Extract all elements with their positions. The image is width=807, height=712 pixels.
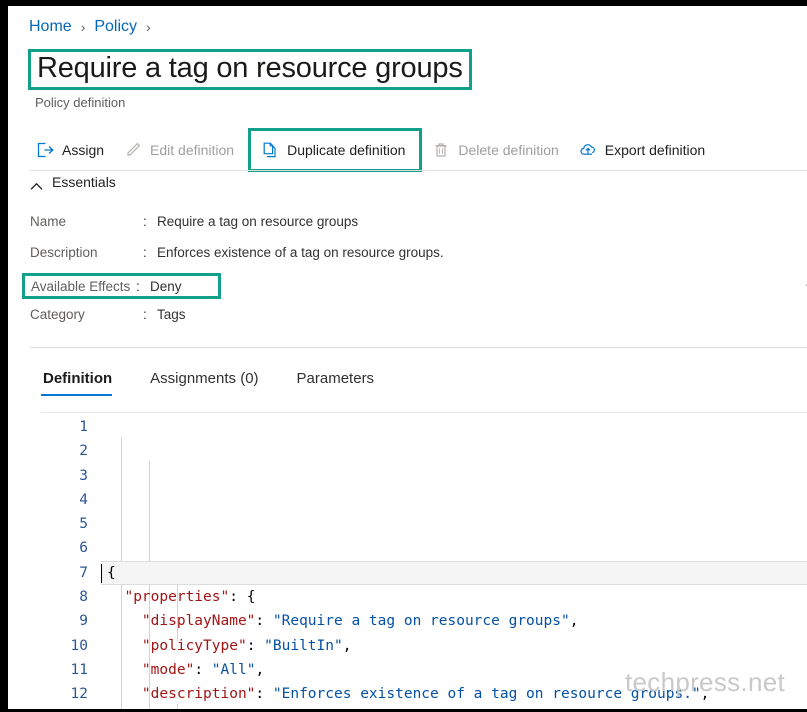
essentials-colon-description: : — [143, 245, 147, 260]
essentials-grid: Name : Require a tag on resource groups … — [22, 211, 807, 335]
editor-indent — [107, 686, 142, 702]
essentials-label-category: Category — [30, 307, 85, 322]
breadcrumb-separator-icon: › — [80, 19, 86, 35]
editor-token: : { — [229, 589, 256, 606]
essentials-label-name: Name — [30, 214, 67, 229]
editor-token: { — [107, 564, 116, 581]
essentials-divider — [30, 347, 807, 348]
trash-icon — [432, 141, 450, 159]
copy-icon — [261, 141, 279, 159]
editor-line[interactable]: "policyType": "BuiltIn", — [107, 634, 807, 658]
editor-token: "BuiltIn" — [264, 637, 343, 654]
editor-token: "policyType" — [141, 637, 247, 654]
azure-portal-blade: Home › Policy › Require a tag on resourc… — [8, 6, 807, 709]
editor-token: , — [569, 613, 579, 630]
editor-line-number: 13 — [41, 707, 88, 709]
duplicate-definition-label: Duplicate definition — [287, 142, 406, 158]
editor-token: "properties" — [124, 589, 230, 606]
editor-line[interactable]: "properties": { — [107, 585, 807, 609]
delete-definition-button: Delete definition — [424, 135, 570, 165]
editor-line[interactable]: "metadata": { — [107, 707, 807, 709]
breadcrumb-item-policy[interactable]: Policy — [94, 18, 137, 36]
editor-token: "description" — [141, 686, 256, 703]
editor-line-number: 3 — [79, 467, 88, 484]
editor-token: , — [342, 637, 352, 654]
editor-line-number: 6 — [79, 540, 88, 557]
editor-line-numbers: 12345678910111213 — [41, 413, 95, 709]
breadcrumb-separator-icon-2: › — [146, 19, 151, 35]
tab-bar: Definition Assignments (0) Parameters — [41, 366, 410, 396]
editor-token: : — [255, 686, 273, 703]
essentials-row-category: Category : Tags — [30, 304, 807, 335]
editor-indent — [107, 589, 124, 605]
policy-json-editor[interactable]: 12345678910111213 { "properties": { "dis… — [41, 412, 807, 709]
editor-token: : — [194, 661, 212, 678]
editor-token: "Require a tag on resource groups" — [272, 613, 570, 630]
edit-definition-label: Edit definition — [150, 142, 235, 158]
tab-assignments[interactable]: Assignments (0) — [148, 366, 276, 396]
chevron-up-icon — [30, 178, 43, 190]
editor-indent — [107, 613, 142, 629]
editor-line-number: 9 — [79, 613, 88, 630]
essentials-value-description: Enforces existence of a tag on resource … — [157, 245, 444, 260]
editor-line-number: 10 — [70, 637, 88, 654]
editor-line-number: 7 — [79, 564, 88, 581]
pencil-icon — [124, 141, 142, 159]
edit-definition-button: Edit definition — [116, 135, 246, 165]
page-title-highlight-box: Require a tag on resource groups — [28, 49, 472, 91]
essentials-value-category: Tags — [157, 307, 186, 322]
tab-definition[interactable]: Definition — [41, 366, 130, 396]
editor-line-number: 11 — [70, 661, 88, 678]
essentials-row-name: Name : Require a tag on resource groups — [30, 211, 807, 242]
editor-line-number: 5 — [79, 516, 88, 533]
essentials-colon-category: : — [143, 307, 147, 322]
editor-token: : — [246, 637, 265, 654]
cloud-upload-icon — [579, 141, 597, 159]
duplicate-definition-button[interactable]: Duplicate definition — [259, 141, 411, 159]
editor-line-number: 4 — [79, 491, 88, 508]
essentials-collapse-toggle[interactable]: Essentials — [30, 174, 116, 190]
editor-code-area[interactable]: { "properties": { "displayName": "Requir… — [101, 413, 807, 709]
export-definition-button[interactable]: Export definition — [571, 135, 717, 165]
essentials-row-available-effects: Available Effects : Deny — [22, 273, 221, 299]
breadcrumb-item-home[interactable]: Home — [29, 18, 72, 36]
essentials-label-available-effects: Available Effects — [31, 278, 131, 294]
editor-token: : — [255, 613, 273, 630]
export-definition-label: Export definition — [604, 142, 706, 158]
essentials-label: Essentials — [52, 174, 116, 190]
essentials-value-available-effects: Deny — [150, 278, 182, 294]
editor-line[interactable]: "displayName": "Require a tag on resourc… — [107, 609, 807, 633]
editor-indent — [107, 662, 142, 678]
command-bar: Assign Edit definition Duplicate definit… — [28, 128, 807, 172]
editor-line-number: 8 — [79, 589, 88, 606]
delete-definition-label: Delete definition — [458, 142, 559, 158]
page-subtitle: Policy definition — [35, 95, 126, 110]
essentials-label-description: Description — [30, 245, 98, 260]
editor-token: "mode" — [141, 661, 195, 678]
essentials-colon-name: : — [143, 214, 147, 229]
assign-button[interactable]: Assign — [28, 135, 116, 165]
page-title: Require a tag on resource groups — [37, 52, 463, 84]
editor-line-number: 2 — [79, 443, 88, 460]
editor-token: , — [255, 661, 265, 678]
assign-button-label: Assign — [62, 142, 105, 158]
editor-indent — [107, 638, 142, 654]
editor-line-number: 12 — [70, 686, 88, 703]
editor-line-number: 1 — [79, 419, 88, 435]
text-caret — [101, 563, 102, 583]
duplicate-definition-highlight-box: Duplicate definition — [248, 128, 423, 172]
watermark: techpress.net — [625, 667, 785, 697]
editor-line[interactable]: { — [101, 560, 807, 586]
tab-parameters[interactable]: Parameters — [295, 366, 393, 396]
essentials-colon-available-effects: : — [136, 278, 140, 294]
breadcrumb: Home › Policy › — [29, 18, 151, 36]
essentials-row-description: Description : Enforces existence of a ta… — [30, 242, 807, 273]
editor-token: "All" — [211, 661, 256, 678]
essentials-value-name: Require a tag on resource groups — [157, 214, 359, 229]
assign-icon — [36, 141, 54, 159]
editor-token: "displayName" — [141, 613, 256, 630]
